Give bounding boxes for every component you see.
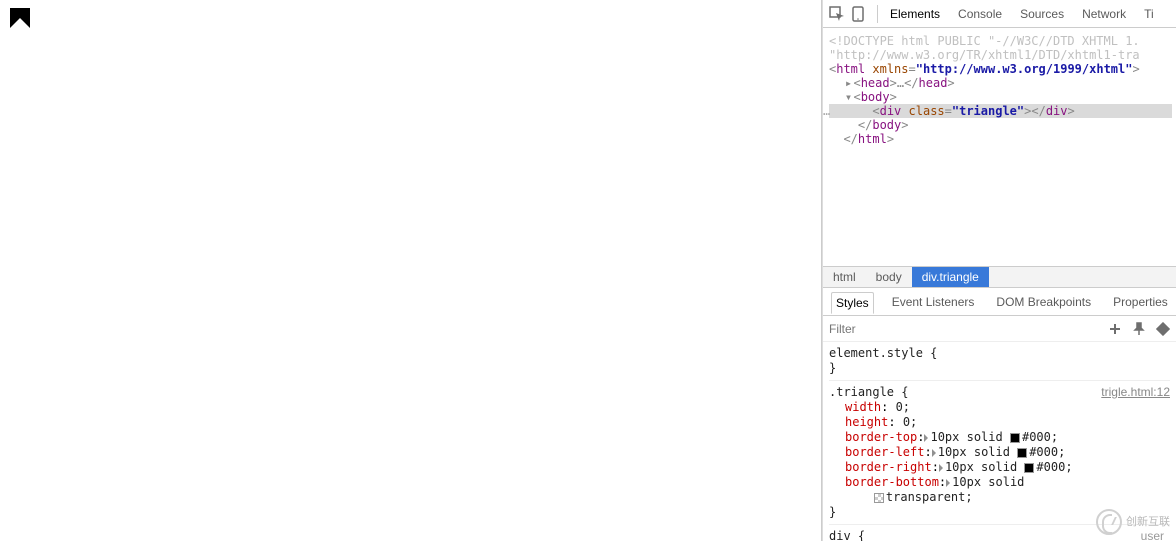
breadcrumb: html body div.triangle	[823, 266, 1176, 288]
styles-filter-input[interactable]	[829, 322, 1108, 336]
dom-html-open[interactable]: <html xmlns="http://www.w3.org/1999/xhtm…	[829, 62, 1172, 76]
styles-filter-row	[823, 316, 1176, 342]
dom-head[interactable]: ▸<head>…</head>	[829, 76, 1172, 90]
swatch-black-icon[interactable]	[1017, 448, 1027, 458]
swatch-black-icon[interactable]	[1024, 463, 1034, 473]
new-rule-icon[interactable]	[1108, 322, 1122, 336]
decl-width[interactable]: width: 0;	[829, 400, 1170, 415]
swatch-transparent-icon[interactable]	[874, 493, 884, 503]
tab-timeline[interactable]: Ti	[1142, 7, 1156, 21]
dom-tree[interactable]: <!DOCTYPE html PUBLIC "-//W3C//DTD XHTML…	[823, 28, 1176, 266]
devtools-panel: Elements Console Sources Network Ti <!DO…	[822, 0, 1176, 541]
main-tabs: Elements Console Sources Network Ti	[888, 7, 1156, 21]
toolbar-divider	[877, 5, 878, 23]
inspect-element-icon[interactable]	[829, 6, 845, 22]
devtools-toolbar: Elements Console Sources Network Ti	[823, 0, 1176, 28]
rule-element-style[interactable]: element.style { }	[829, 346, 1170, 381]
tab-console[interactable]: Console	[956, 7, 1004, 21]
crumb-html[interactable]: html	[823, 267, 866, 287]
toggle-state-icon[interactable]	[1156, 322, 1170, 336]
rule-source-link[interactable]: trigle.html:12	[1101, 385, 1170, 400]
twisty-collapsed-icon[interactable]: ▸	[843, 76, 853, 90]
dom-body-open[interactable]: ▾<body>	[829, 90, 1172, 104]
decl-border-top[interactable]: border-top:10px solid #000;	[829, 430, 1170, 445]
styles-panel-tabs: Styles Event Listeners DOM Breakpoints P…	[823, 288, 1176, 316]
dom-doctype-line2: "http://www.w3.org/TR/xhtml1/DTD/xhtml1-…	[829, 48, 1172, 62]
pin-icon[interactable]	[1132, 322, 1146, 336]
styles-rules[interactable]: element.style { } trigle.html:12 .triang…	[823, 342, 1176, 541]
dom-html-close[interactable]: </html>	[829, 132, 1172, 146]
tab-dom-breakpoints[interactable]: DOM Breakpoints	[992, 292, 1095, 312]
decl-border-left[interactable]: border-left:10px solid #000;	[829, 445, 1170, 460]
rule-div-useragent[interactable]: user div {	[829, 529, 1170, 541]
decl-border-right[interactable]: border-right:10px solid #000;	[829, 460, 1170, 475]
tab-event-listeners[interactable]: Event Listeners	[888, 292, 979, 312]
tab-properties[interactable]: Properties	[1109, 292, 1172, 312]
decl-height[interactable]: height: 0;	[829, 415, 1170, 430]
device-mode-icon[interactable]	[851, 6, 867, 22]
crumb-body[interactable]: body	[866, 267, 912, 287]
rule-triangle[interactable]: trigle.html:12 .triangle { width: 0; hei…	[829, 385, 1170, 525]
dom-selected-div[interactable]: … <div class="triangle"></div>	[829, 104, 1172, 118]
swatch-black-icon[interactable]	[1010, 433, 1020, 443]
tab-elements[interactable]: Elements	[888, 7, 942, 21]
tab-network[interactable]: Network	[1080, 7, 1128, 21]
decl-border-bottom[interactable]: border-bottom:10px solid transparent;	[829, 475, 1170, 505]
dom-doctype-line1: <!DOCTYPE html PUBLIC "-//W3C//DTD XHTML…	[829, 34, 1172, 48]
tab-styles[interactable]: Styles	[831, 292, 874, 314]
dom-body-close[interactable]: </body>	[829, 118, 1172, 132]
twisty-expanded-icon[interactable]: ▾	[843, 90, 853, 104]
user-agent-label: user	[1141, 529, 1164, 541]
crumb-div-triangle[interactable]: div.triangle	[912, 267, 989, 287]
rendered-page	[0, 0, 822, 541]
triangle-shape	[10, 8, 30, 28]
tab-sources[interactable]: Sources	[1018, 7, 1066, 21]
